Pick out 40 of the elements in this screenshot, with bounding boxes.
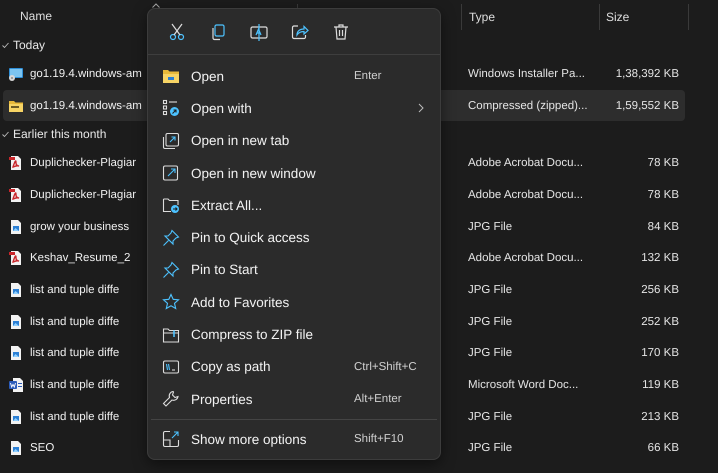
file-size: 256 KB — [641, 284, 679, 296]
file-name: list and tuple diffe — [30, 316, 120, 328]
file-type: JPG File — [468, 220, 512, 233]
file-name: SEO — [30, 442, 54, 454]
file-type: Microsoft Word Doc... — [468, 379, 578, 392]
file-name: Duplichecker-Plagiar — [30, 188, 136, 201]
file-size: 84 KB — [648, 220, 679, 233]
file-size: 119 KB — [642, 379, 679, 392]
file-name: Keshav_Resume_2 — [30, 252, 130, 264]
file-size: 66 KB — [648, 442, 679, 454]
file-name: list and tuple diffe — [30, 284, 120, 296]
file-type: JPG File — [468, 442, 512, 454]
file-name: Duplichecker-Plagiar — [30, 157, 136, 170]
file-type: Adobe Acrobat Docu... — [468, 252, 584, 264]
file-type: JPG File — [468, 316, 512, 328]
shortcut-hint: Enter — [354, 70, 382, 82]
file-size: 213 KB — [641, 410, 679, 423]
file-size: 252 KB — [641, 316, 679, 328]
file-size: 1,59,552 KB — [616, 100, 679, 112]
file-size: 1,38,392 KB — [616, 68, 679, 80]
file-type: Compressed (zipped)... — [468, 100, 588, 112]
file-size: 132 KB — [641, 252, 679, 264]
file-type: JPG File — [468, 284, 512, 296]
shortcut-hint: Ctrl+Shift+C — [354, 360, 418, 373]
file-name: list and tuple diffe — [30, 379, 120, 392]
file-type: Adobe Acrobat Docu... — [468, 188, 584, 201]
file-type: Windows Installer Pa... — [468, 68, 585, 80]
file-name: go1.19.4.windows-am — [30, 68, 142, 80]
file-name: go1.19.4.windows-am — [30, 100, 142, 112]
file-name: grow your business — [30, 220, 130, 233]
file-size: 170 KB — [641, 347, 679, 360]
file-name: list and tuple diffe — [30, 347, 120, 360]
file-size: 78 KB — [648, 188, 679, 201]
file-type: JPG File — [468, 347, 512, 360]
file-name: list and tuple diffe — [30, 410, 120, 423]
file-type: JPG File — [468, 410, 512, 423]
file-type: Adobe Acrobat Docu... — [468, 157, 584, 170]
shortcut-hint: Shift+F10 — [354, 433, 405, 446]
shortcut-hint: Alt+Enter — [354, 393, 403, 406]
file-size: 78 KB — [648, 157, 679, 170]
